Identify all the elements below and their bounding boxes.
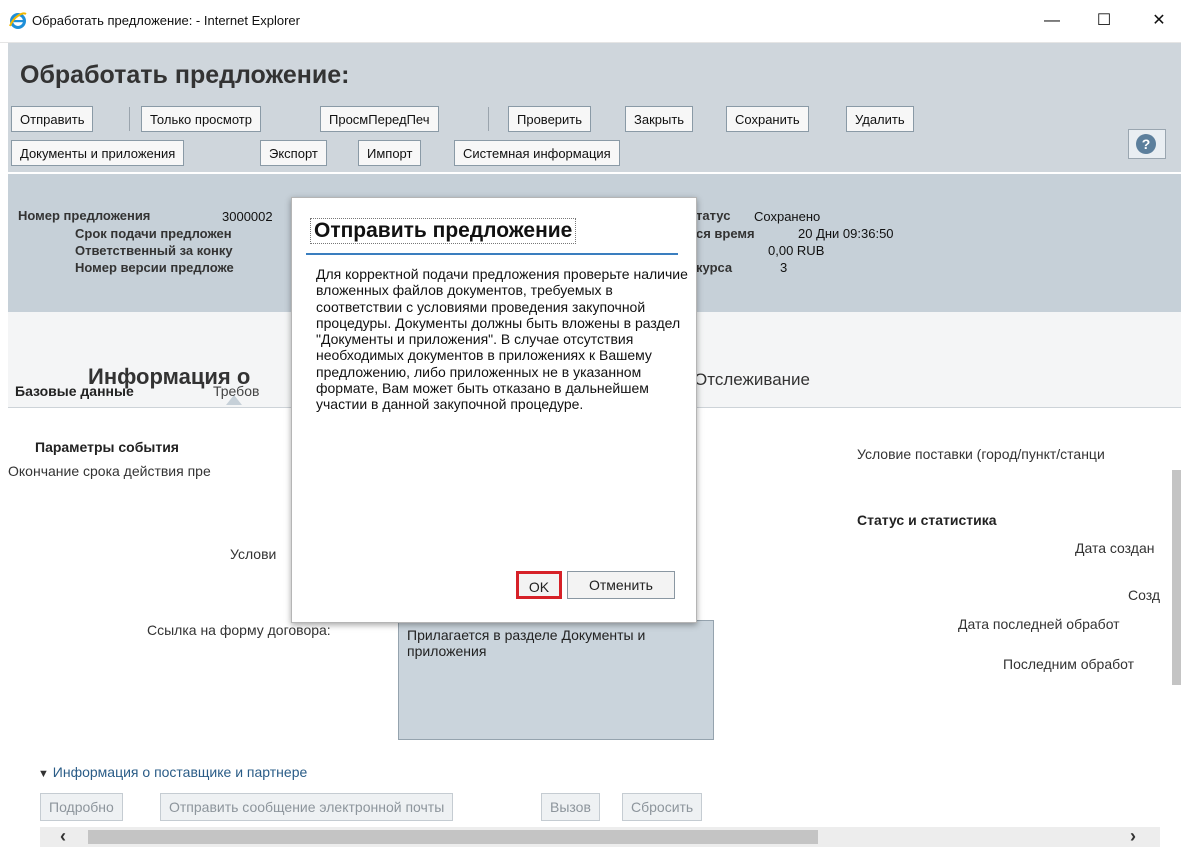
- save-button[interactable]: Сохранить: [726, 106, 809, 132]
- created-date-label: Дата создан: [1075, 540, 1155, 556]
- ok-button[interactable]: OK: [516, 571, 562, 599]
- page-title: Обработать предложение:: [20, 61, 350, 89]
- toolbar-separator: [488, 107, 489, 131]
- print-preview-button[interactable]: ПросмПередПеч: [320, 106, 439, 132]
- responsible-label: Ответственный за конку: [75, 243, 233, 258]
- dialog-title: Отправить предложение: [310, 218, 577, 244]
- partner-info-expander[interactable]: ▼ Информация о поставщике и партнере: [38, 764, 307, 780]
- tab-tracking[interactable]: Отслеживание: [694, 370, 810, 390]
- help-icon: ?: [1136, 134, 1156, 154]
- version-label: Номер версии предложе: [75, 260, 234, 275]
- page-header: Обработать предложение: Отправить Только…: [8, 43, 1181, 172]
- status-label: татус: [696, 208, 731, 223]
- remaining-time-label: ся время: [696, 226, 755, 241]
- page-content: Обработать предложение: Отправить Только…: [8, 43, 1181, 851]
- export-button[interactable]: Экспорт: [260, 140, 327, 166]
- submit-proposal-dialog: Отправить предложение Для корректной под…: [291, 197, 697, 623]
- contract-form-field: Прилагается в разделе Документы и прилож…: [398, 620, 714, 740]
- event-params-title: Параметры события: [35, 439, 179, 455]
- scroll-right-icon[interactable]: ›: [1130, 826, 1136, 847]
- triangle-down-icon: ▼: [38, 768, 49, 780]
- proposal-number-label: Номер предложения: [18, 208, 151, 223]
- system-info-button[interactable]: Системная информация: [454, 140, 620, 166]
- status-value: Сохранено: [754, 209, 821, 224]
- last-processed-by-label: Последним обработ: [1003, 656, 1135, 672]
- cancel-button[interactable]: Отменить: [567, 571, 675, 599]
- delivery-condition-label: Условие поставки (город/пункт/станци: [857, 446, 1105, 462]
- created-by-label: Созд: [1128, 587, 1161, 603]
- check-button[interactable]: Проверить: [508, 106, 592, 132]
- proposal-number-value: 3000002: [222, 209, 273, 224]
- import-button[interactable]: Импорт: [358, 140, 422, 166]
- reset-button[interactable]: Сбросить: [622, 793, 703, 821]
- vertical-scroll-thumb[interactable]: [1172, 470, 1181, 685]
- deadline-field-label: Окончание срока действия пре: [8, 463, 211, 479]
- minimize-button[interactable]: —: [1030, 6, 1074, 36]
- window-title: Обработать предложение: - Internet Explo…: [32, 13, 300, 28]
- details-button[interactable]: Подробно: [40, 793, 123, 821]
- subtab-basic-data[interactable]: Базовые данные: [15, 383, 134, 399]
- version-value: 3: [780, 260, 788, 275]
- deadline-label: Срок подачи предложен: [75, 226, 232, 241]
- dialog-title-underline: [306, 253, 678, 255]
- contract-form-label: Ссылка на форму договора:: [147, 622, 331, 638]
- conditions-field-label: Услови: [230, 546, 277, 562]
- horizontal-scroll-thumb[interactable]: [88, 830, 818, 844]
- close-doc-button[interactable]: Закрыть: [625, 106, 694, 132]
- dialog-message: Для корректной подачи предложения провер…: [316, 266, 688, 413]
- call-button[interactable]: Вызов: [541, 793, 600, 821]
- ie-logo-icon: [9, 12, 27, 29]
- send-button[interactable]: Отправить: [11, 106, 94, 132]
- last-processed-date-label: Дата последней обработ: [958, 616, 1120, 632]
- delete-button[interactable]: Удалить: [846, 106, 914, 132]
- send-email-button[interactable]: Отправить сообщение электронной почты: [160, 793, 454, 821]
- maximize-button[interactable]: ☐: [1082, 6, 1126, 36]
- horizontal-scrollbar[interactable]: ‹ ›: [40, 826, 1160, 847]
- tender-label: курса: [696, 260, 733, 275]
- partner-info-label: Информация о поставщике и партнере: [52, 764, 308, 780]
- amount-value: 0,00 RUB: [768, 243, 825, 258]
- close-button[interactable]: ✕: [1137, 6, 1181, 36]
- view-only-button[interactable]: Только просмотр: [141, 106, 261, 132]
- subtab-requirements[interactable]: Требов: [213, 383, 259, 399]
- window-titlebar: Обработать предложение: - Internet Explo…: [0, 0, 1181, 43]
- documents-button[interactable]: Документы и приложения: [11, 140, 185, 166]
- status-stats-title: Статус и статистика: [857, 512, 997, 528]
- help-button[interactable]: ?: [1128, 129, 1166, 159]
- toolbar-separator: [129, 107, 130, 131]
- remaining-time-value: 20 Дни 09:36:50: [798, 226, 894, 241]
- scroll-left-icon[interactable]: ‹: [60, 826, 66, 847]
